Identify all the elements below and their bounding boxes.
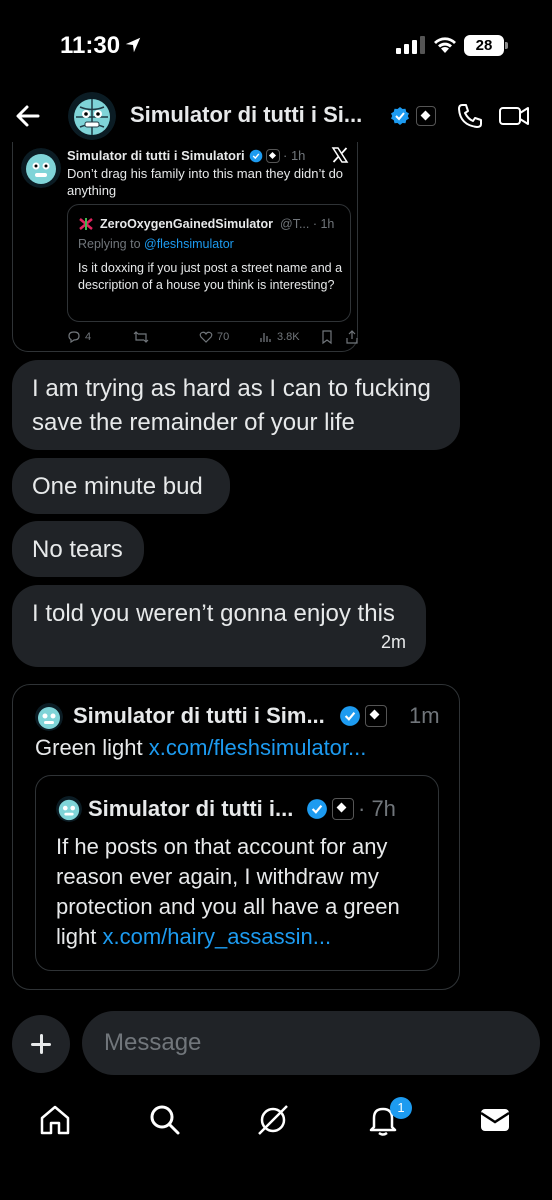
quoted-post[interactable]: Simulator di tutti i... · 7h If he posts… [35, 775, 439, 971]
affiliate-badge-icon [266, 149, 280, 163]
verified-badge-icon [249, 149, 263, 163]
post-time: 1m [409, 703, 440, 728]
x-logo-icon [331, 147, 349, 163]
quote-author: ZeroOxygenGainedSimulator [100, 217, 273, 231]
message-bubble[interactable]: One minute bud [12, 458, 230, 514]
message-text: One minute bud [32, 473, 203, 500]
conversation-title[interactable]: Simulator di tutti i Si... [130, 102, 362, 128]
tweet-time: · 1h [283, 148, 306, 163]
views-count: 3.8K [277, 331, 300, 343]
quote-time: · 7h [358, 796, 396, 821]
mail-icon[interactable] [478, 1103, 512, 1137]
avatar [56, 796, 82, 822]
cellular-signal-icon [396, 36, 425, 54]
affiliate-badge-icon [365, 705, 387, 727]
bottom-nav [0, 1095, 552, 1155]
post-author: Simulator di tutti i Sim... [73, 703, 325, 728]
share-icon[interactable] [345, 328, 359, 346]
back-arrow-icon[interactable] [14, 102, 42, 130]
status-time: 11:30 [60, 32, 121, 59]
tweet-text: Don’t drag his family into this man they… [67, 166, 344, 198]
home-indicator [180, 1182, 372, 1188]
phone-icon[interactable] [456, 102, 484, 130]
conversation-header: Simulator di tutti i Si... [0, 88, 552, 144]
search-icon[interactable] [148, 1103, 182, 1137]
like-count: 70 [217, 331, 230, 343]
views-icon [260, 333, 271, 342]
heart-icon [199, 331, 213, 343]
wifi-icon [434, 37, 456, 53]
message-text: No tears [32, 536, 123, 563]
plus-icon[interactable] [12, 1015, 70, 1073]
message-bubble[interactable]: No tears [12, 521, 144, 577]
replying-to: Replying to @fleshsimulator [78, 237, 234, 251]
grok-icon[interactable] [256, 1103, 290, 1137]
embedded-tweet-card[interactable]: Simulator di tutti i Simulatori · 1h Don… [12, 142, 358, 352]
quote-text: Is it doxxing if you just post a street … [78, 261, 343, 292]
battery-indicator: 28 [464, 35, 508, 56]
notification-badge: 1 [390, 1097, 412, 1119]
avatar[interactable] [68, 92, 116, 140]
avatar [21, 148, 61, 188]
verified-badge-icon [391, 107, 409, 125]
avatar [35, 703, 63, 731]
user-avatar-icon [79, 218, 93, 230]
message-timestamp: 2m [380, 632, 406, 652]
post-text: Green light x.com/fleshsimulator... [35, 735, 366, 761]
message-text: I told you weren’t gonna enjoy this [32, 600, 395, 627]
quote-handle: @T... · 1h [280, 217, 335, 231]
home-icon[interactable] [38, 1103, 72, 1137]
message-bubble[interactable]: I am trying as hard as I can to fucking … [12, 360, 460, 450]
views-action[interactable]: 3.8K [259, 328, 300, 346]
message-bubble[interactable]: I told you weren’t gonna enjoy this 2m [12, 585, 426, 667]
affiliate-badge-icon [416, 106, 436, 126]
post-link[interactable]: x.com/fleshsimulator... [149, 735, 367, 760]
tweet-actions: 4 70 3.8K [67, 328, 359, 346]
message-input[interactable] [82, 1011, 540, 1075]
reply-count: 4 [85, 331, 92, 343]
location-arrow-icon [125, 37, 141, 53]
retweet-action[interactable] [133, 328, 149, 346]
quote-text: If he posts on that account for any reas… [56, 832, 426, 952]
verified-badge-icon [340, 706, 360, 726]
replying-to-link[interactable]: @fleshsimulator [144, 237, 234, 251]
message-text: I am trying as hard as I can to fucking … [32, 375, 431, 436]
bookmark-icon[interactable] [321, 328, 333, 346]
quoted-tweet[interactable]: ZeroOxygenGainedSimulator @T... · 1h Rep… [67, 204, 351, 322]
like-action[interactable]: 70 [199, 328, 229, 346]
verified-badge-icon [307, 799, 327, 819]
tweet-author: Simulator di tutti i Simulatori [67, 148, 245, 163]
affiliate-badge-icon [332, 798, 354, 820]
shared-post-card[interactable]: Simulator di tutti i Sim... 1m Green lig… [12, 684, 460, 990]
video-camera-icon[interactable] [498, 102, 530, 130]
status-bar: 11:30 28 [0, 0, 552, 90]
post-text-prefix: Green light [35, 735, 149, 760]
retweet-icon [133, 331, 149, 343]
reply-icon [68, 331, 80, 344]
reply-action[interactable]: 4 [67, 328, 91, 346]
quote-author: Simulator di tutti i... [88, 796, 294, 821]
replying-prefix: Replying to [78, 237, 145, 251]
quote-link[interactable]: x.com/hairy_assassin... [102, 924, 331, 949]
